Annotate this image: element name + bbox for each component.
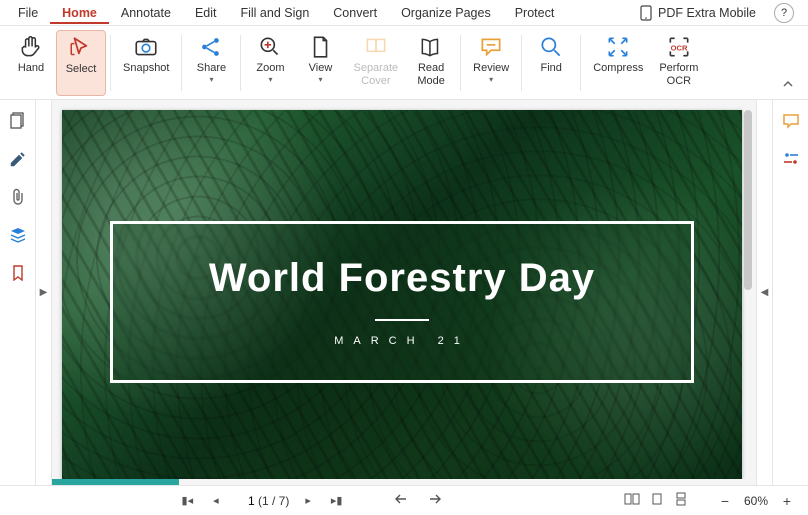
- page-input[interactable]: [235, 494, 255, 508]
- workspace: ▶ World Forestry Day MARCH 21 ◀: [0, 100, 808, 485]
- view-button[interactable]: View ▾: [295, 30, 345, 96]
- menu-protect[interactable]: Protect: [503, 2, 567, 24]
- view-facing-button[interactable]: [624, 492, 640, 509]
- menu-home[interactable]: Home: [50, 2, 109, 24]
- separate-cover-button: SeparateCover: [345, 30, 406, 96]
- zoom-out-button[interactable]: −: [716, 492, 734, 510]
- menu-bar: File Home Annotate Edit Fill and Sign Co…: [0, 0, 808, 26]
- pages-panel-button[interactable]: [9, 112, 27, 130]
- left-sidebar: [0, 100, 36, 485]
- snapshot-label: Snapshot: [123, 62, 169, 75]
- document-title: World Forestry Day: [209, 256, 595, 301]
- readmode-label: ReadMode: [417, 62, 445, 88]
- snapshot-button[interactable]: Snapshot: [115, 30, 177, 96]
- share-icon: [198, 34, 224, 60]
- next-page-button[interactable]: ▸: [301, 492, 315, 509]
- search-icon: [538, 34, 564, 60]
- chevron-down-icon: ▾: [318, 75, 322, 84]
- pages-icon: [363, 34, 389, 60]
- help-button[interactable]: ?: [774, 3, 794, 23]
- menu-convert[interactable]: Convert: [321, 2, 389, 24]
- read-mode-button[interactable]: ReadMode: [406, 30, 456, 96]
- chevron-down-icon: ▾: [209, 75, 213, 84]
- attachments-panel-button[interactable]: [9, 188, 27, 206]
- hand-icon: [18, 34, 44, 60]
- separate-label: SeparateCover: [353, 62, 398, 88]
- zoom-level: 60%: [744, 494, 768, 508]
- menu-organize[interactable]: Organize Pages: [389, 2, 503, 24]
- nav-forward-button[interactable]: [424, 491, 446, 510]
- menu-fill-sign[interactable]: Fill and Sign: [228, 2, 321, 24]
- left-expander[interactable]: ▶: [36, 100, 52, 485]
- comment-icon: [478, 34, 504, 60]
- signature-panel-button[interactable]: [9, 150, 27, 168]
- layers-panel-button[interactable]: [9, 226, 27, 244]
- properties-panel-button[interactable]: [782, 150, 800, 168]
- share-label: Share: [197, 62, 226, 75]
- mobile-icon: [640, 5, 652, 21]
- mobile-label: PDF Extra Mobile: [658, 6, 756, 20]
- collapse-ribbon-button[interactable]: [774, 77, 802, 91]
- ocr-label: PerformOCR: [659, 62, 698, 88]
- menu-edit[interactable]: Edit: [183, 2, 229, 24]
- share-button[interactable]: Share ▾: [186, 30, 236, 96]
- zoom-button[interactable]: Zoom ▾: [245, 30, 295, 96]
- title-frame: World Forestry Day MARCH 21: [110, 221, 695, 383]
- last-page-button[interactable]: ▸▮: [327, 492, 347, 509]
- select-label: Select: [66, 63, 97, 76]
- document-page: World Forestry Day MARCH 21: [62, 110, 742, 479]
- divider-line: [375, 319, 429, 321]
- chevron-down-icon: ▾: [268, 75, 272, 84]
- hand-button[interactable]: Hand: [6, 30, 56, 96]
- select-icon: [68, 35, 94, 61]
- hand-label: Hand: [18, 62, 44, 75]
- zoom-icon: [257, 34, 283, 60]
- right-expander[interactable]: ◀: [756, 100, 772, 485]
- document-subtitle: MARCH 21: [334, 335, 470, 347]
- find-button[interactable]: Find: [526, 30, 576, 96]
- compress-icon: [605, 34, 631, 60]
- zoom-in-button[interactable]: +: [778, 492, 796, 510]
- book-icon: [418, 34, 444, 60]
- bookmarks-panel-button[interactable]: [9, 264, 27, 282]
- view-continuous-button[interactable]: [674, 492, 688, 509]
- compress-button[interactable]: Compress: [585, 30, 651, 96]
- find-label: Find: [541, 62, 562, 75]
- document-viewport[interactable]: World Forestry Day MARCH 21: [52, 100, 756, 479]
- view-label: View: [309, 62, 333, 75]
- menu-annotate[interactable]: Annotate: [109, 2, 183, 24]
- status-bar: ▮◂ ◂ (1 / 7) ▸ ▸▮ − 60% +: [0, 485, 808, 515]
- right-sidebar: [772, 100, 808, 485]
- ribbon-home: Hand Select Snapshot Share ▾ Zoom ▾ View…: [0, 26, 808, 100]
- zoom-label: Zoom: [256, 62, 284, 75]
- vertical-scrollbar[interactable]: [744, 110, 752, 471]
- comments-panel-button[interactable]: [782, 112, 800, 130]
- page-indicator: (1 / 7): [235, 494, 290, 508]
- ocr-icon: OCR: [666, 34, 692, 60]
- review-button[interactable]: Review ▾: [465, 30, 517, 96]
- select-button[interactable]: Select: [56, 30, 106, 96]
- page-icon: [307, 34, 333, 60]
- camera-icon: [133, 34, 159, 60]
- view-single-button[interactable]: [650, 492, 664, 509]
- prev-page-button[interactable]: ◂: [209, 492, 223, 509]
- chevron-down-icon: ▾: [489, 75, 493, 84]
- nav-back-button[interactable]: [390, 491, 412, 510]
- compress-label: Compress: [593, 62, 643, 75]
- svg-text:OCR: OCR: [670, 43, 687, 52]
- chevron-up-icon: [781, 77, 795, 91]
- horizontal-scrollbar[interactable]: [52, 479, 756, 485]
- page-total: (1 / 7): [258, 494, 289, 508]
- ocr-button[interactable]: OCR PerformOCR: [651, 30, 706, 96]
- first-page-button[interactable]: ▮◂: [178, 492, 198, 509]
- review-label: Review: [473, 62, 509, 75]
- menu-file[interactable]: File: [6, 2, 50, 24]
- pdf-extra-mobile-link[interactable]: PDF Extra Mobile: [630, 5, 766, 21]
